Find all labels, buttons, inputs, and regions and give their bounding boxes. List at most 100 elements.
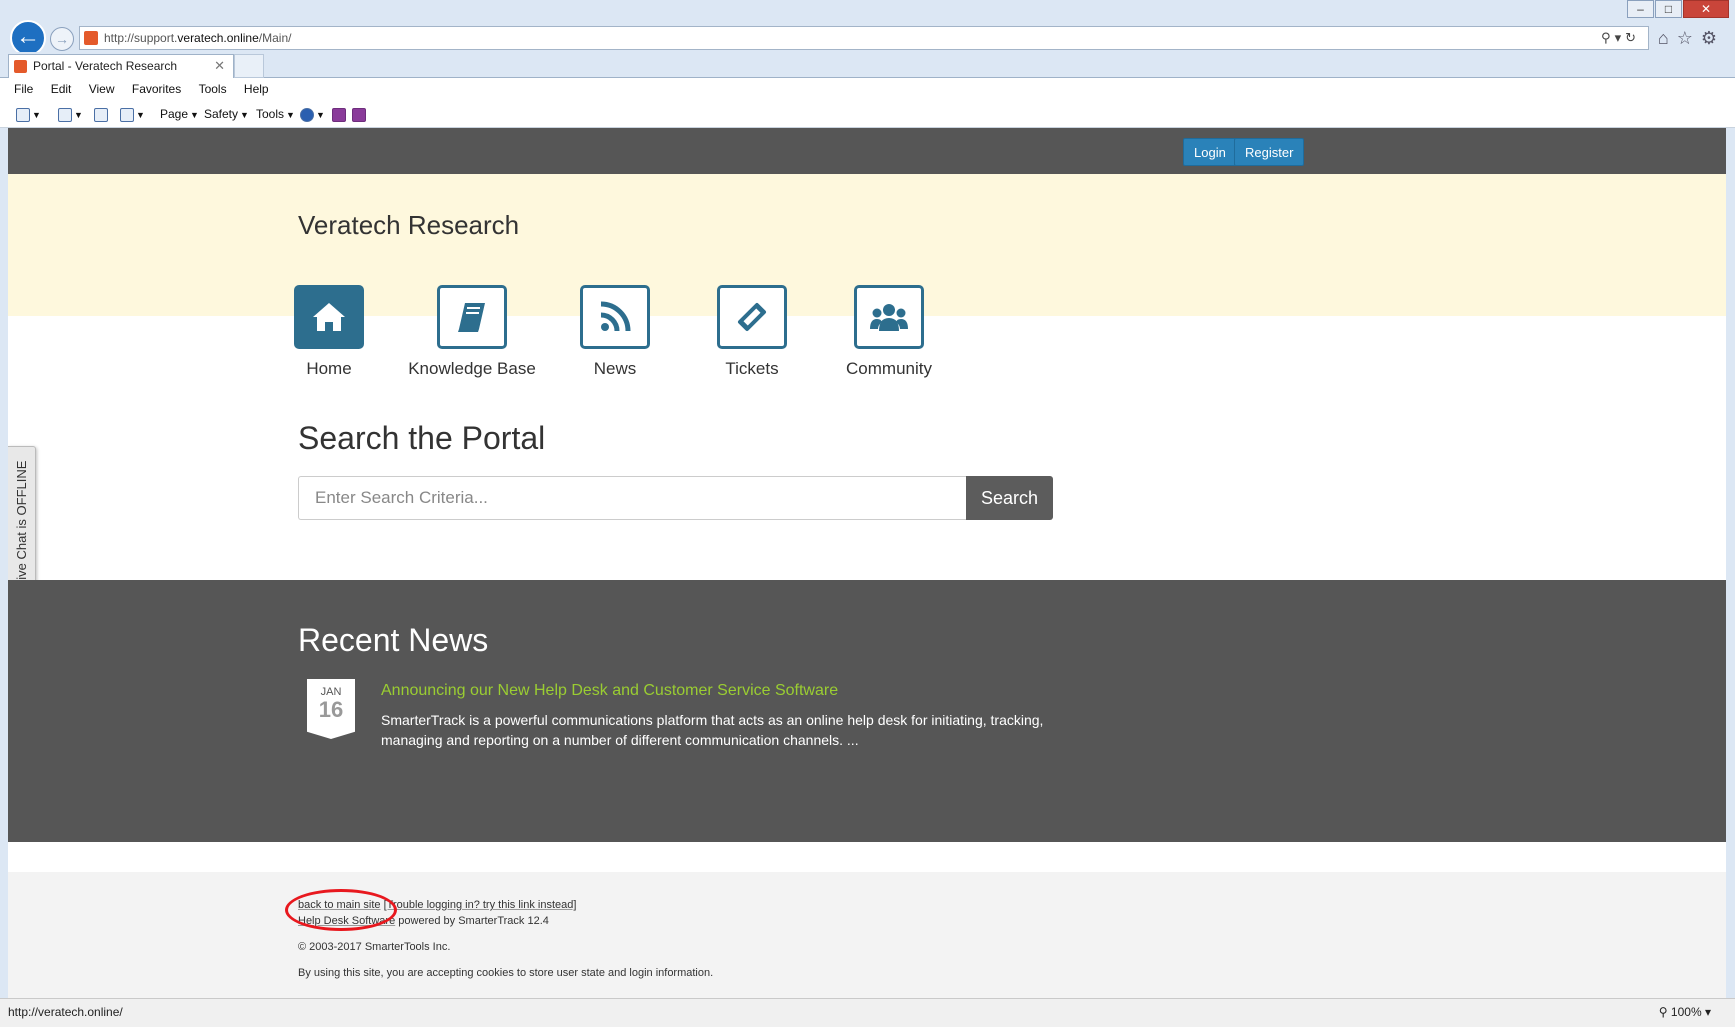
home-tile-box <box>294 285 364 349</box>
feed-icon <box>58 107 72 122</box>
onenote-icon <box>332 107 346 122</box>
menu-favorites[interactable]: Favorites <box>132 78 181 100</box>
window-titlebar: – □ ✕ <box>0 0 1735 24</box>
search-icon[interactable]: ⚲ <box>1601 30 1615 45</box>
site-title: Veratech Research <box>298 210 520 240</box>
status-bar: http://veratech.online/ ⚲ 100% ▾ <box>0 998 1735 1027</box>
menu-view[interactable]: View <box>89 78 115 100</box>
news-day: 16 <box>318 697 344 722</box>
community-tile-box <box>854 285 924 349</box>
onenote-linked-button[interactable] <box>352 105 366 123</box>
copyright-text: © 2003-2017 SmarterTools Inc. <box>298 941 451 953</box>
refresh-icon[interactable]: ↻ <box>1625 30 1640 45</box>
kb-tile-box <box>437 285 507 349</box>
register-button[interactable]: Register <box>1234 138 1305 166</box>
trouble-login-link[interactable]: [Trouble logging in? try this link inste… <box>384 899 577 911</box>
url-prefix: http://support. <box>104 31 178 45</box>
new-tab-button[interactable] <box>234 54 264 78</box>
window-controls: – □ ✕ <box>1626 0 1729 18</box>
home-icon <box>16 107 30 122</box>
nav-tile-knowledge-base[interactable]: Knowledge Base <box>397 285 547 379</box>
tile-label-home: Home <box>306 359 352 378</box>
news-date-badge: JAN 16 <box>307 679 355 739</box>
zoom-icon: ⚲ <box>1658 1005 1671 1019</box>
back-button[interactable]: ← <box>10 20 46 56</box>
menu-edit[interactable]: Edit <box>51 78 72 100</box>
nav-tile-news[interactable]: News <box>540 285 690 379</box>
tab-favicon-icon <box>14 60 27 73</box>
tile-label-community: Community <box>846 359 932 378</box>
url-domain: veratech.online <box>177 31 259 45</box>
arrow-right-icon: → <box>55 31 69 47</box>
cookie-notice: By using this site, you are accepting co… <box>298 967 714 979</box>
news-tile-box <box>580 285 650 349</box>
menu-file[interactable]: File <box>14 78 33 100</box>
cmd-safety-menu[interactable]: Safety ▼ <box>204 105 249 124</box>
chevron-down-icon: ▾ <box>1704 1005 1711 1019</box>
news-headline-link[interactable]: Announcing our New Help Desk and Custome… <box>381 682 838 700</box>
cmd-mail-button[interactable] <box>94 105 108 123</box>
window-frame-left <box>0 128 8 998</box>
live-chat-label: Live Chat is OFFLINE <box>14 460 29 587</box>
zoom-control[interactable]: ⚲ 100% ▾ <box>1659 1005 1711 1019</box>
login-button[interactable]: Login <box>1183 138 1237 166</box>
forward-button[interactable]: → <box>50 27 74 51</box>
help-icon <box>300 107 314 122</box>
site-favicon-icon <box>84 31 98 45</box>
url-path: /Main/ <box>258 31 292 45</box>
minimize-button[interactable]: – <box>1627 0 1654 18</box>
favorites-star-icon[interactable]: ☆ <box>1677 28 1701 48</box>
search-button[interactable]: Search <box>966 476 1053 520</box>
tile-label-tickets: Tickets <box>725 359 779 378</box>
cmd-feeds-button[interactable]: ▼ <box>58 105 83 124</box>
tickets-tile-box <box>717 285 787 349</box>
tab-strip: Portal - Veratech Research ✕ <box>0 52 1735 78</box>
search-heading: Search the Portal <box>298 420 546 456</box>
status-url: http://veratech.online/ <box>8 1005 123 1019</box>
cmd-help-button[interactable]: ▼ <box>300 105 325 124</box>
close-tab-icon[interactable]: ✕ <box>214 55 225 77</box>
browser-tools: ⌂☆⚙ <box>1658 28 1725 49</box>
maximize-button[interactable]: □ <box>1655 0 1682 18</box>
search-input[interactable] <box>298 476 966 520</box>
tab-title: Portal - Veratech Research <box>33 59 178 73</box>
command-bar: ▼ ▼ ▼ Page ▼ Safety ▼ Tools ▼ ▼ <box>0 100 1735 128</box>
news-heading: Recent News <box>298 622 489 658</box>
page-viewport: Login Register Veratech Research Home Kn… <box>8 128 1726 998</box>
cmd-tools-menu[interactable]: Tools ▼ <box>256 105 295 124</box>
rss-icon <box>600 301 631 332</box>
close-window-button[interactable]: ✕ <box>1683 0 1729 18</box>
zoom-level: 100% <box>1670 1005 1702 1019</box>
nav-tile-tickets[interactable]: Tickets <box>677 285 827 379</box>
tile-label-knowledge-base: Knowledge Base <box>408 359 536 378</box>
menu-bar: File Edit View Favorites Tools Help <box>0 78 1735 100</box>
cmd-home-button[interactable]: ▼ <box>16 105 41 124</box>
page-footer: back to main site [Trouble logging in? t… <box>8 872 1726 998</box>
menu-help[interactable]: Help <box>244 78 269 100</box>
portal-header: Login Register <box>8 128 1726 174</box>
nav-tile-community[interactable]: Community <box>814 285 964 379</box>
printer-icon <box>120 107 134 122</box>
book-icon <box>458 303 485 332</box>
arrow-left-icon: ← <box>16 23 40 50</box>
users-icon <box>870 304 908 331</box>
onenote-button[interactable] <box>332 105 346 123</box>
menu-tools[interactable]: Tools <box>199 78 227 100</box>
address-actions: ⚲▾↻ <box>1601 27 1640 49</box>
news-summary: SmarterTrack is a powerful communication… <box>381 712 1044 748</box>
window-frame-right <box>1726 128 1735 998</box>
recent-news-section: Recent News JAN 16 Announcing our New He… <box>8 580 1726 842</box>
ticket-icon <box>737 302 767 332</box>
browser-tab-portal[interactable]: Portal - Veratech Research ✕ <box>8 54 234 78</box>
dropdown-icon[interactable]: ▾ <box>1615 30 1626 45</box>
gear-icon[interactable]: ⚙ <box>1701 28 1725 48</box>
cmd-print-button[interactable]: ▼ <box>120 105 145 124</box>
tile-label-news: News <box>593 359 637 378</box>
home-icon <box>313 303 345 331</box>
address-bar[interactable]: http://support.veratech.online/Main/ ⚲▾↻ <box>79 26 1649 50</box>
nav-tile-home[interactable]: Home <box>254 285 404 379</box>
mail-icon <box>94 107 108 122</box>
cmd-page-menu[interactable]: Page ▼ <box>160 105 199 124</box>
home-icon[interactable]: ⌂ <box>1658 28 1677 48</box>
live-chat-tab[interactable]: Live Chat is OFFLINE <box>8 446 36 602</box>
